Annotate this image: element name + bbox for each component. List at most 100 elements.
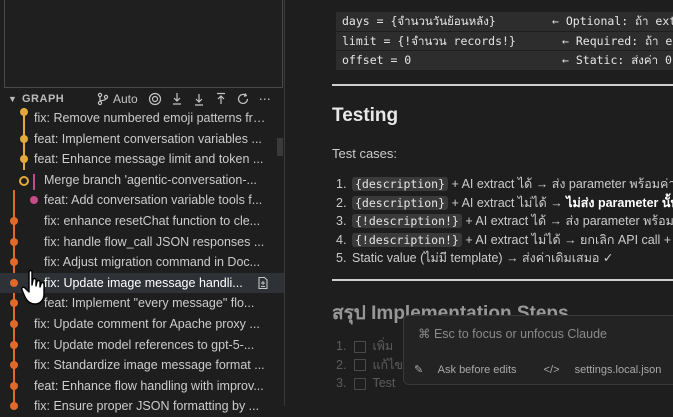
source-control-panel: ▼ GRAPH Auto ⋯ fix: Remove numbered emoj… — [0, 0, 285, 413]
list-text: แก้ไข — [372, 357, 403, 372]
more-icon[interactable]: ⋯ — [254, 89, 276, 109]
commit-message: feat: Implement conversation variables .… — [34, 131, 262, 146]
commit-row[interactable]: feat: Enhance message limit and token ..… — [0, 149, 284, 170]
implementation-steps: 1. เพิ่ม 2. แก้ไข 3. Test — [336, 337, 403, 393]
hand-cursor-icon — [21, 269, 45, 305]
commit-row[interactable]: fix: Standardize image message format ..… — [0, 355, 284, 376]
push-icon[interactable] — [210, 89, 232, 109]
claude-input-box[interactable]: ⌘ Esc to focus or unfocus Claude ✎ Ask b… — [403, 315, 673, 385]
list-text: เพิ่ม — [372, 339, 394, 353]
list-item: 2. แก้ไข — [336, 356, 403, 375]
code-text: offset = 0 — [342, 53, 412, 67]
list-number: 3. — [336, 376, 347, 390]
commit-message: fix: Update model references to gpt-5-..… — [34, 337, 255, 352]
commit-row[interactable]: fix: enhance resetChat function to cle..… — [0, 211, 284, 232]
divider — [332, 279, 673, 281]
code-comment: ← Static: ส่งค่า 0 — [562, 53, 672, 67]
commit-dot — [10, 299, 18, 308]
document-view: days = {จำนวนวันย้อนหลัง} ← Optional: ถ้… — [286, 0, 673, 406]
commit-dot — [10, 402, 18, 411]
commit-message: feat: Enhance message limit and token ..… — [34, 152, 264, 167]
claude-prompt-input[interactable]: ⌘ Esc to focus or unfocus Claude — [418, 326, 607, 341]
scrollbar[interactable] — [277, 138, 283, 156]
checkbox[interactable] — [354, 359, 367, 372]
code-comment: ← Optional: ถ้า ext — [552, 14, 673, 28]
ask-before-edits-toggle[interactable]: ✎ Ask before edits — [414, 364, 529, 376]
target-icon[interactable] — [144, 89, 166, 109]
refresh-icon[interactable] — [232, 89, 254, 109]
list-item: 1. {description} + AI extract ได้ → ส่ง p… — [336, 175, 673, 194]
commit-message: feat: Add conversation variable tools f.… — [44, 193, 263, 208]
graph-toolbar: Auto ⋯ — [96, 88, 276, 110]
commit-message: fix: Standardize image message format ..… — [34, 358, 265, 373]
list-number: 2. — [336, 357, 347, 372]
pull-icon[interactable] — [188, 89, 210, 109]
commit-dot — [30, 196, 38, 205]
commit-message: fix: Update comment for Apache proxy ... — [34, 316, 260, 331]
list-item: 5. Static value (ไม่มี template) → ส่งค่า… — [336, 249, 673, 268]
commit-row[interactable]: feat: Enhance flow handling with improv.… — [0, 376, 284, 397]
commit-dot — [20, 155, 28, 164]
branch-auto-button[interactable]: Auto — [96, 89, 138, 109]
list-text: + AI extract ได้ → ส่ง parameter พร้อมค — [461, 214, 673, 228]
checkbox[interactable] — [354, 340, 367, 353]
commit-dot — [20, 108, 28, 116]
checkbox[interactable] — [354, 377, 367, 390]
list-item: 2. {description} + AI extract ไม่ได้ → ไม… — [336, 194, 673, 213]
list-text: Test — [372, 376, 396, 390]
pencil-icon: ✎ — [414, 364, 424, 376]
code-line: limit = {!จำนวน records!} ← Required: ถ้… — [336, 31, 673, 51]
list-number: 3. — [336, 214, 347, 228]
list-number: 1. — [336, 177, 347, 191]
commit-message: fix: enhance resetChat function to cle..… — [44, 213, 261, 228]
auto-label: Auto — [113, 92, 138, 106]
list-text: + AI extract ไม่ได้ → — [448, 195, 567, 210]
inline-code: {!description!} — [352, 232, 462, 247]
code-block: days = {จำนวนวันย้อนหลัง} ← Optional: ถ้… — [336, 12, 673, 72]
commit-dot — [10, 381, 18, 390]
commit-dot — [10, 319, 18, 328]
list-item: 4. {!description!} + AI extract ไม่ได้ → … — [336, 231, 673, 250]
list-text: + AI extract ไม่ได้ → ยกเลิก API call + — [461, 232, 672, 247]
list-text: + AI extract ได้ → ส่ง parameter พร้อมค่… — [448, 177, 673, 191]
commit-row[interactable]: feat: Implement conversation variables .… — [0, 129, 284, 150]
list-number: 1. — [336, 339, 347, 353]
context-file-chip[interactable]: </> settings.local.json — [544, 364, 673, 376]
commit-message: fix: Ensure proper JSON formatting by ..… — [34, 399, 260, 414]
commit-row[interactable]: fix: Update model references to gpt-5-..… — [0, 335, 284, 356]
commit-row[interactable]: fix: Remove numbered emoji patterns fro.… — [0, 108, 284, 129]
test-cases-list: 1. {description} + AI extract ได้ → ส่ง p… — [336, 175, 673, 268]
graph-title: GRAPH — [22, 93, 65, 105]
commit-message: fix: Update image message handli... — [44, 275, 243, 290]
commit-row[interactable]: fix: handle flow_call JSON responses ... — [0, 232, 284, 253]
inline-code: {description} — [352, 195, 449, 210]
commit-dot — [10, 278, 18, 287]
open-changes-icon[interactable] — [256, 276, 270, 290]
commit-message: fix: Adjust migration command in Doc... — [44, 255, 261, 270]
inline-code: {description} — [352, 177, 449, 191]
commit-row[interactable]: fix: Ensure proper JSON formatting by ..… — [0, 396, 284, 417]
code-icon: </> — [543, 364, 560, 376]
commit-dot — [20, 134, 28, 143]
claude-input-footer: ✎ Ask before edits </> settings.local.js… — [414, 363, 673, 376]
list-text: Static value (ไม่มี template) → ส่งค่าเด… — [352, 251, 614, 265]
commit-dot — [10, 361, 18, 370]
fetch-icon[interactable] — [166, 89, 188, 109]
code-line: offset = 0 ← Static: ส่งค่า 0 — [336, 51, 673, 71]
ask-label: Ask before edits — [437, 364, 517, 376]
graph-section-header[interactable]: ▼ GRAPH Auto ⋯ — [0, 88, 284, 110]
list-item: 3. Test — [336, 374, 403, 393]
changes-panel — [4, 0, 283, 88]
commit-dot — [10, 237, 18, 246]
divider — [332, 84, 673, 86]
chevron-down-icon[interactable]: ▼ — [8, 94, 18, 104]
commit-dot — [10, 216, 18, 225]
bold-text: ไม่ส่ง parameter นั้น — [566, 195, 673, 210]
commit-message: Merge branch 'agentic-conversation-... — [44, 172, 257, 187]
commit-row[interactable]: feat: Add conversation variable tools f.… — [0, 190, 284, 211]
commit-dot — [10, 258, 18, 267]
inline-code: {!description!} — [352, 214, 462, 228]
commit-row[interactable]: Merge branch 'agentic-conversation-... — [0, 170, 284, 191]
commit-row[interactable]: fix: Update comment for Apache proxy ... — [0, 314, 284, 335]
code-comment: ← Required: ถ้า ex — [562, 33, 673, 48]
